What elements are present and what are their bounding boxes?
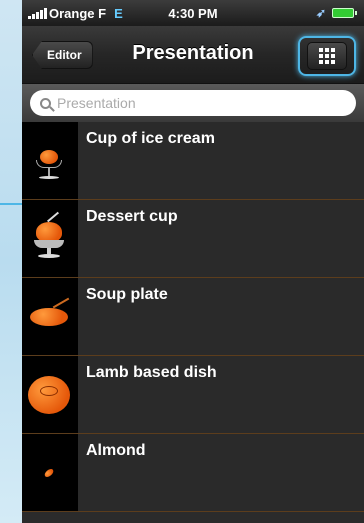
battery-icon [332, 8, 357, 18]
list-item[interactable]: Almond [22, 434, 364, 512]
status-bar: Orange F E 4:30 PM ➶ [22, 0, 364, 26]
phone-screen: Orange F E 4:30 PM ➶ Editor Presentation [22, 0, 364, 523]
search-input[interactable] [57, 95, 317, 111]
item-label: Dessert cup [86, 208, 178, 225]
lamb-dish-thumbnail [22, 356, 78, 433]
list-item[interactable]: Soup plate [22, 278, 364, 356]
list-item[interactable]: Cup of ice cream [22, 122, 364, 200]
navigation-bar: Editor Presentation [22, 26, 364, 84]
callout-line [0, 203, 22, 205]
grid-button-face[interactable] [307, 42, 347, 70]
ice-cream-thumbnail [22, 122, 78, 199]
almond-thumbnail [22, 434, 78, 511]
search-icon [40, 97, 51, 109]
search-field[interactable] [30, 90, 356, 116]
soup-plate-thumbnail [22, 278, 78, 355]
grid-view-button[interactable] [298, 36, 356, 76]
network-type: E [114, 5, 123, 21]
item-label: Soup plate [86, 286, 168, 303]
list-item[interactable]: Dessert cup [22, 200, 364, 278]
dessert-cup-thumbnail [22, 200, 78, 277]
grid-icon [319, 48, 335, 64]
search-bar [22, 84, 364, 122]
item-label: Almond [86, 442, 146, 459]
location-icon: ➶ [315, 6, 326, 20]
item-label: Lamb based dish [86, 364, 217, 381]
status-time: 4:30 PM [168, 5, 218, 21]
carrier-name: Orange F [49, 5, 107, 21]
item-list: Cup of ice cream Dessert cup Soup plate [22, 122, 364, 512]
list-item[interactable]: Lamb based dish [22, 356, 364, 434]
item-label: Cup of ice cream [86, 130, 215, 147]
signal-icon [28, 7, 47, 19]
